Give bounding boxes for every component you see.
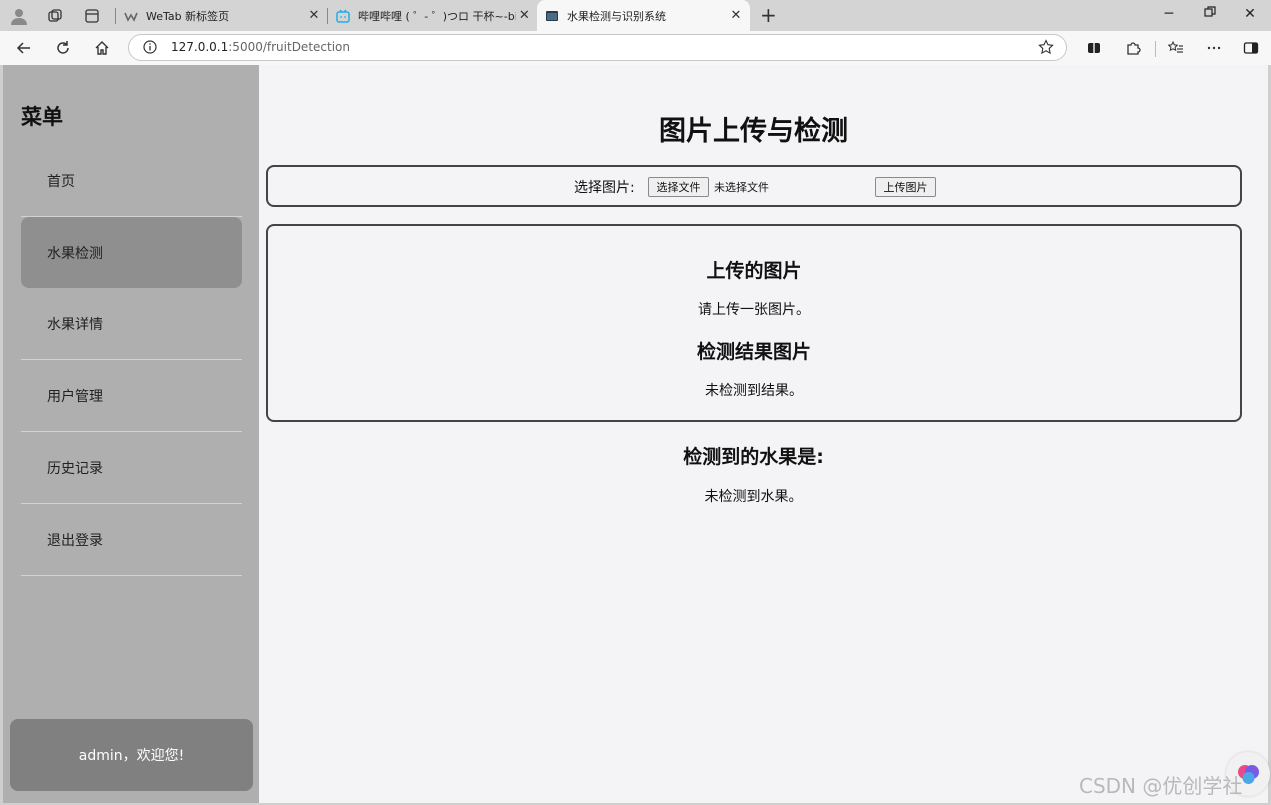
web-page: 菜单 首页 水果检测 水果详情 用户管理 历史记录 退出登录 admin，欢迎您… bbox=[3, 65, 1268, 803]
uploaded-image-heading: 上传的图片 bbox=[706, 260, 802, 282]
choose-file-button[interactable]: 选择文件 bbox=[648, 177, 709, 197]
browser-toolbar: 127.0.0.1:5000/fruitDetection bbox=[0, 31, 1271, 65]
watermark: CSDN @优创学社 bbox=[1079, 774, 1243, 798]
more-options-icon[interactable] bbox=[1203, 37, 1225, 59]
url-path: :5000/fruitDetection bbox=[228, 40, 350, 54]
bilibili-favicon-icon bbox=[336, 9, 350, 23]
new-tab-icon[interactable]: + bbox=[760, 5, 777, 25]
close-tab-icon[interactable]: ✕ bbox=[304, 8, 324, 23]
url-host: 127.0.0.1 bbox=[171, 40, 229, 54]
result-panel: 上传的图片 请上传一张图片。 检测结果图片 未检测到结果。 bbox=[266, 224, 1242, 422]
sidebar-item-logout[interactable]: 退出登录 bbox=[21, 505, 242, 576]
detected-fruit-message: 未检测到水果。 bbox=[704, 489, 803, 505]
sidebar-item-fruit-detection[interactable]: 水果检测 bbox=[21, 217, 242, 288]
site-info-icon[interactable] bbox=[143, 40, 157, 54]
detected-fruit-heading: 检测到的水果是: bbox=[683, 446, 824, 468]
sidebar-menu: 菜单 首页 水果检测 水果详情 用户管理 历史记录 退出登录 admin，欢迎您… bbox=[3, 65, 259, 803]
sidebar-item-home[interactable]: 首页 bbox=[21, 146, 242, 217]
wetab-favicon-icon bbox=[124, 12, 138, 22]
minimize-icon[interactable]: ─ bbox=[1159, 6, 1179, 22]
upload-button[interactable]: 上传图片 bbox=[875, 177, 936, 197]
restore-icon[interactable] bbox=[1200, 6, 1220, 22]
tab-wetab[interactable]: WeTab 新标签页 ✕ bbox=[116, 0, 328, 31]
sidebar-toggle-icon[interactable] bbox=[1240, 37, 1262, 59]
toolbar-separator bbox=[1155, 41, 1156, 57]
close-window-icon[interactable]: ✕ bbox=[1240, 6, 1260, 22]
tab-title: 哔哩哔哩 ( ゜- ゜)つロ 干杯~-bilibili bbox=[358, 9, 516, 23]
workspaces-icon[interactable] bbox=[45, 6, 65, 26]
home-icon[interactable] bbox=[91, 37, 113, 59]
browser-tab-strip: WeTab 新标签页 ✕ 哔哩哔哩 ( ゜- ゜)つロ 干杯~-bilibili… bbox=[0, 0, 1271, 31]
main-content: 图片上传与检测 选择图片: 选择文件 未选择文件 上传图片 上传的图片 请上传一… bbox=[259, 65, 1268, 803]
close-tab-icon[interactable]: ✕ bbox=[726, 8, 746, 23]
extension-icon[interactable] bbox=[1083, 37, 1105, 59]
tab-bilibili[interactable]: 哔哩哔哩 ( ゜- ゜)つロ 干杯~-bilibili ✕ bbox=[328, 0, 537, 31]
terminal-favicon-icon bbox=[546, 10, 558, 21]
upload-label: 选择图片: bbox=[574, 180, 635, 196]
back-icon[interactable] bbox=[13, 37, 35, 59]
favorite-star-icon[interactable] bbox=[1038, 39, 1054, 55]
detection-result-heading: 检测结果图片 bbox=[696, 341, 811, 363]
tab-fruit-detection[interactable]: 水果检测与识别系统 ✕ bbox=[537, 0, 750, 31]
address-bar[interactable]: 127.0.0.1:5000/fruitDetection bbox=[128, 34, 1067, 61]
uploaded-image-message: 请上传一张图片。 bbox=[698, 302, 810, 318]
page-title: 图片上传与检测 bbox=[659, 116, 848, 147]
tab-title: WeTab 新标签页 bbox=[146, 9, 230, 23]
detection-result-message: 未检测到结果。 bbox=[705, 383, 803, 399]
sidebar-item-user-management[interactable]: 用户管理 bbox=[21, 361, 242, 432]
close-tab-icon[interactable]: ✕ bbox=[516, 8, 533, 23]
favorites-list-icon[interactable] bbox=[1165, 37, 1187, 59]
upload-form: 选择图片: 选择文件 未选择文件 上传图片 bbox=[266, 165, 1242, 207]
refresh-icon[interactable] bbox=[52, 37, 74, 59]
sidebar-item-history[interactable]: 历史记录 bbox=[21, 433, 242, 504]
extensions-puzzle-icon[interactable] bbox=[1122, 37, 1144, 59]
tab-actions-icon[interactable] bbox=[82, 6, 102, 26]
url-text[interactable]: 127.0.0.1:5000/fruitDetection bbox=[171, 40, 350, 54]
sidebar-item-fruit-details[interactable]: 水果详情 bbox=[21, 289, 242, 360]
menu-title: 菜单 bbox=[21, 105, 63, 129]
no-file-text: 未选择文件 bbox=[714, 181, 769, 194]
user-welcome: admin，欢迎您! bbox=[10, 719, 253, 791]
profile-icon[interactable] bbox=[9, 6, 29, 26]
tab-title: 水果检测与识别系统 bbox=[567, 9, 666, 23]
